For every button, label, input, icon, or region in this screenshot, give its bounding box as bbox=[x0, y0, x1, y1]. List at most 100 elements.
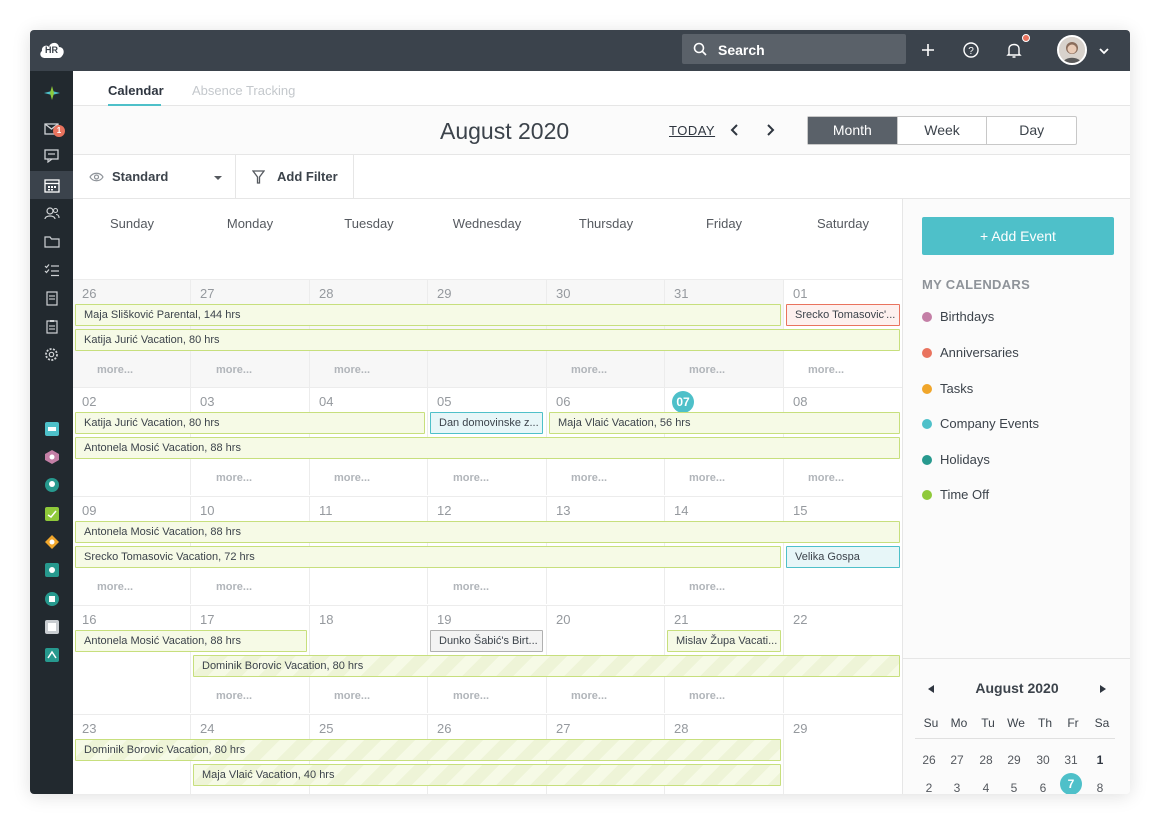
calendar-event[interactable]: Maja Vlaić Vacation, 56 hrs bbox=[549, 412, 900, 434]
calendar-event[interactable]: Dunko Šabić's Birt... bbox=[430, 630, 543, 652]
sidebar-item-chat[interactable] bbox=[30, 142, 73, 170]
calendar-event[interactable]: Mislav Župa Vacati... bbox=[667, 630, 781, 652]
mini-day[interactable]: 8 bbox=[1086, 777, 1114, 794]
standard-view-dropdown[interactable]: Standard bbox=[73, 155, 236, 199]
mini-day[interactable]: 6 bbox=[1029, 777, 1057, 794]
more-link[interactable]: more... bbox=[808, 472, 844, 484]
calendar-event[interactable]: Antonela Mosić Vacation, 88 hrs bbox=[75, 630, 307, 652]
calendar-event[interactable]: Katija Jurić Vacation, 80 hrs bbox=[75, 412, 425, 434]
day-cell[interactable]: 16 bbox=[73, 605, 191, 713]
more-link[interactable]: more... bbox=[97, 364, 133, 376]
day-number: 10 bbox=[200, 503, 215, 518]
more-link[interactable]: more... bbox=[216, 690, 252, 702]
calendar-event[interactable]: Srecko Tomasovic'... bbox=[786, 304, 900, 326]
mini-day[interactable]: 5 bbox=[1000, 777, 1028, 794]
sidebar-app-1[interactable] bbox=[30, 415, 73, 443]
day-cell[interactable]: 29 bbox=[784, 714, 902, 794]
calendar-event[interactable]: Katija Jurić Vacation, 80 hrs bbox=[75, 329, 900, 351]
more-link[interactable]: more... bbox=[216, 364, 252, 376]
mini-day[interactable]: 29 bbox=[1000, 749, 1028, 771]
more-link[interactable]: more... bbox=[334, 690, 370, 702]
chevron-down-icon[interactable] bbox=[1098, 46, 1110, 56]
day-number: 14 bbox=[674, 503, 689, 518]
mini-next-icon[interactable] bbox=[1099, 684, 1107, 694]
calendar-event[interactable]: Dominik Borovic Vacation, 80 hrs bbox=[75, 739, 781, 761]
more-link[interactable]: more... bbox=[334, 472, 370, 484]
sidebar-app-7[interactable] bbox=[30, 585, 73, 613]
mini-day[interactable]: 4 bbox=[972, 777, 1000, 794]
calendar-event[interactable]: Maja Vlaić Vacation, 40 hrs bbox=[193, 764, 781, 786]
add-filter-label: Add Filter bbox=[277, 169, 338, 184]
bell-icon[interactable] bbox=[1005, 41, 1023, 59]
more-link[interactable]: more... bbox=[453, 472, 489, 484]
add-event-button[interactable]: + Add Event bbox=[922, 217, 1114, 255]
more-link[interactable]: more... bbox=[571, 472, 607, 484]
mini-day[interactable]: 27 bbox=[943, 749, 971, 771]
search-box[interactable]: Search bbox=[682, 34, 906, 64]
more-link[interactable]: more... bbox=[689, 364, 725, 376]
calendar-event[interactable]: Dan domovinske z... bbox=[430, 412, 543, 434]
more-link[interactable]: more... bbox=[689, 472, 725, 484]
sidebar-app-4[interactable] bbox=[30, 500, 73, 528]
mini-day[interactable]: 26 bbox=[915, 749, 943, 771]
more-link[interactable]: more... bbox=[571, 690, 607, 702]
view-month-button[interactable]: Month bbox=[808, 117, 898, 144]
mini-day[interactable]: 31 bbox=[1057, 749, 1085, 771]
sidebar-app-6[interactable] bbox=[30, 556, 73, 584]
mini-day[interactable]: 2 bbox=[915, 777, 943, 794]
sidebar-item-documents[interactable] bbox=[30, 284, 73, 312]
view-week-button[interactable]: Week bbox=[898, 117, 988, 144]
tab-absence-tracking[interactable]: Absence Tracking bbox=[192, 83, 295, 98]
calendar-event[interactable]: Srecko Tomasovic Vacation, 72 hrs bbox=[75, 546, 781, 568]
sidebar-item-folder[interactable] bbox=[30, 227, 73, 255]
hr-logo[interactable]: HR bbox=[38, 38, 66, 60]
weekday-header: Monday bbox=[226, 216, 274, 231]
sidebar-app-9[interactable] bbox=[30, 641, 73, 669]
plus-icon[interactable] bbox=[919, 41, 937, 59]
day-number: 09 bbox=[82, 503, 97, 518]
calendar-event[interactable]: Maja Slišković Parental, 144 hrs bbox=[75, 304, 781, 326]
more-link[interactable]: more... bbox=[453, 690, 489, 702]
sidebar-item-people[interactable] bbox=[30, 199, 73, 227]
sidebar-item-tasks[interactable] bbox=[30, 256, 73, 284]
more-link[interactable]: more... bbox=[453, 581, 489, 593]
chevron-left-icon[interactable] bbox=[728, 122, 742, 138]
add-filter-button[interactable]: Add Filter bbox=[236, 155, 354, 199]
view-switcher: Month Week Day bbox=[807, 116, 1077, 145]
more-link[interactable]: more... bbox=[97, 581, 133, 593]
mini-day[interactable]: 1 bbox=[1086, 749, 1114, 771]
chevron-right-icon[interactable] bbox=[763, 122, 777, 138]
tab-calendar[interactable]: Calendar bbox=[108, 83, 164, 98]
more-link[interactable]: more... bbox=[808, 364, 844, 376]
more-link[interactable]: more... bbox=[689, 581, 725, 593]
sidebar-app-5[interactable] bbox=[30, 528, 73, 556]
avatar[interactable] bbox=[1057, 35, 1087, 65]
calendar-event[interactable]: Antonela Mosić Vacation, 88 hrs bbox=[75, 437, 900, 459]
sidebar-app-3[interactable] bbox=[30, 471, 73, 499]
sidebar-item-calendar[interactable] bbox=[30, 171, 73, 199]
mini-day[interactable]: 28 bbox=[972, 749, 1000, 771]
sidebar-item-clipboard[interactable] bbox=[30, 312, 73, 340]
sidebar-item-inbox[interactable]: 1 bbox=[30, 115, 73, 143]
mini-day[interactable]: 3 bbox=[943, 777, 971, 794]
mini-day[interactable]: 30 bbox=[1029, 749, 1057, 771]
calendar-event[interactable]: Antonela Mosić Vacation, 88 hrs bbox=[75, 521, 900, 543]
mini-day-today[interactable]: 7 bbox=[1060, 773, 1082, 794]
more-link[interactable]: more... bbox=[216, 472, 252, 484]
more-link[interactable]: more... bbox=[689, 690, 725, 702]
color-dot bbox=[922, 419, 932, 429]
help-icon[interactable]: ? bbox=[962, 41, 980, 59]
sidebar-app-2[interactable] bbox=[30, 443, 73, 471]
weekday-header: Tuesday bbox=[344, 216, 394, 231]
calendar-event[interactable]: Velika Gospa bbox=[786, 546, 900, 568]
sidebar-item-settings[interactable] bbox=[30, 340, 73, 368]
more-link[interactable]: more... bbox=[216, 581, 252, 593]
sidebar-item-home[interactable] bbox=[30, 79, 73, 107]
sidebar-app-8[interactable] bbox=[30, 613, 73, 641]
more-link[interactable]: more... bbox=[571, 364, 607, 376]
view-day-button[interactable]: Day bbox=[987, 117, 1076, 144]
today-link[interactable]: TODAY bbox=[669, 123, 715, 138]
more-link[interactable]: more... bbox=[334, 364, 370, 376]
calendar-label: Time Off bbox=[940, 487, 990, 502]
calendar-event[interactable]: Dominik Borovic Vacation, 80 hrs bbox=[193, 655, 900, 677]
